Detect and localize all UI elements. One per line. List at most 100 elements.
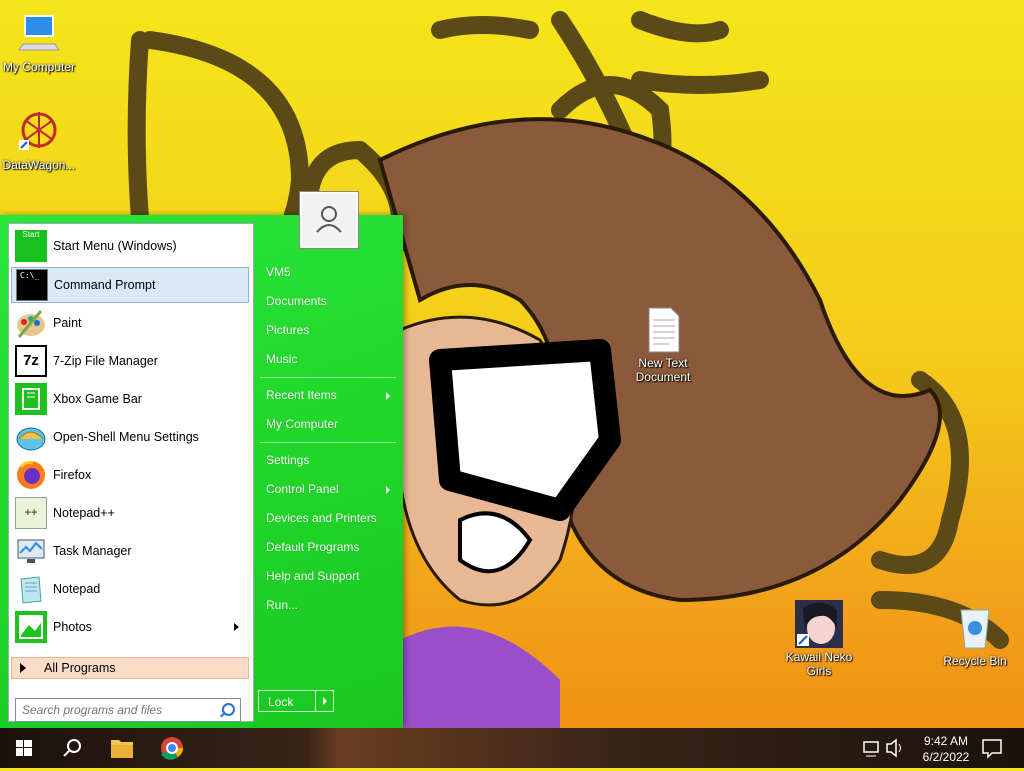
cmd-icon-text: C:\_ (20, 271, 40, 280)
zip-icon-text: 7z (23, 352, 39, 369)
desktop-icon-label: New Text Document (635, 356, 691, 384)
lock-button[interactable]: Lock (258, 690, 334, 712)
all-programs-label: All Programs (44, 661, 116, 675)
taskbar-search-button[interactable] (48, 728, 96, 768)
paint-icon (15, 307, 47, 339)
chrome-icon (161, 737, 183, 760)
program-task-manager[interactable]: Task Manager (11, 533, 249, 569)
right-item-help-and-support[interactable]: Help and Support (266, 569, 359, 583)
shutdown-options-arrow-icon[interactable] (323, 697, 327, 705)
right-item-default-programs[interactable]: Default Programs (266, 540, 359, 554)
photos-icon (15, 611, 47, 643)
program-label: Firefox (53, 468, 92, 482)
program-open-shell-settings[interactable]: Open-Shell Menu Settings (11, 419, 249, 455)
program-paint[interactable]: Paint (11, 305, 249, 341)
desktop-icon-label: DataWagon... (2, 158, 76, 172)
program-photos[interactable]: Photos (11, 609, 249, 645)
programs-list: Start Start Menu (Windows) C:\_ Command … (8, 223, 254, 722)
submenu-arrow-icon (386, 486, 390, 494)
right-item-my-computer[interactable]: My Computer (266, 417, 338, 431)
volume-icon (886, 738, 901, 758)
desktop-icon-new-text-document[interactable]: New Text Document (621, 306, 705, 384)
submenu-arrow-icon (234, 623, 239, 631)
action-center-button[interactable] (972, 728, 1012, 768)
program-label: Open-Shell Menu Settings (53, 430, 199, 444)
right-item-devices-and-printers[interactable]: Devices and Printers (266, 511, 377, 525)
search-input[interactable] (20, 699, 214, 721)
start-icon-text: Start (22, 230, 40, 239)
program-command-prompt[interactable]: C:\_ Command Prompt (11, 267, 249, 303)
folder-icon (111, 740, 133, 758)
lock-label: Lock (268, 695, 294, 709)
program-label: Notepad++ (53, 506, 115, 520)
right-item-vm5[interactable]: VM5 (266, 265, 291, 279)
right-item-control-panel[interactable]: Control Panel (266, 482, 339, 496)
right-item-settings[interactable]: Settings (266, 453, 309, 467)
computer-icon (15, 10, 63, 58)
volume-tray-icon[interactable] (882, 728, 908, 768)
xbox-game-bar-icon (15, 383, 47, 415)
program-label: Start Menu (Windows) (53, 239, 177, 253)
taskbar: 9:42 AM 6/2/2022 (0, 728, 1024, 768)
separator (260, 377, 396, 378)
user-picture[interactable] (300, 192, 358, 248)
separator (315, 691, 316, 711)
notification-icon (982, 739, 1002, 759)
program-label: Task Manager (53, 544, 132, 558)
clock-date: 6/2/2022 (922, 750, 970, 764)
start-menu-right-pane: VM5 Documents Pictures Music Recent Item… (258, 215, 398, 728)
program-firefox[interactable]: Firefox (11, 457, 249, 493)
user-icon (316, 206, 342, 233)
command-prompt-icon: C:\_ (16, 269, 48, 301)
task-manager-icon (15, 535, 47, 567)
program-label: Photos (53, 620, 92, 634)
program-label: Command Prompt (54, 278, 156, 292)
desktop-icon-my-computer[interactable]: My Computer (0, 10, 81, 74)
text-document-icon (639, 306, 687, 354)
recycle-bin-icon (951, 604, 999, 652)
search-box[interactable] (15, 698, 241, 722)
desktop-icon-label: Kawaii Neko Girls (785, 650, 853, 678)
program-start-menu-windows[interactable]: Start Start Menu (Windows) (11, 228, 249, 264)
program-notepad[interactable]: Notepad (11, 571, 249, 607)
kawaii-neko-girls-icon (795, 600, 843, 648)
start-menu-icon: Start (15, 230, 47, 262)
notepad-plus-plus-icon: ++ (15, 497, 47, 529)
expand-arrow-icon (20, 663, 26, 673)
right-item-documents[interactable]: Documents (266, 294, 327, 308)
right-item-recent-items[interactable]: Recent Items (266, 388, 337, 402)
desktop-icon-datawagon[interactable]: DataWagon... (0, 108, 81, 172)
program-label: 7-Zip File Manager (53, 354, 158, 368)
desktop-icon-recycle-bin[interactable]: Recycle Bin (933, 604, 1017, 668)
right-item-pictures[interactable]: Pictures (266, 323, 309, 337)
submenu-arrow-icon (386, 392, 390, 400)
taskbar-file-explorer[interactable] (98, 728, 146, 768)
all-programs-button[interactable]: All Programs (11, 657, 249, 679)
firefox-icon (15, 459, 47, 491)
program-xbox-game-bar[interactable]: Xbox Game Bar (11, 381, 249, 417)
right-item-music[interactable]: Music (266, 352, 297, 366)
desktop-icon-kawaii-neko-girls[interactable]: Kawaii Neko Girls (777, 600, 861, 678)
open-shell-icon (15, 421, 47, 453)
taskbar-chrome[interactable] (148, 728, 196, 768)
7zip-icon: 7z (15, 345, 47, 377)
datawagon-icon (15, 108, 63, 156)
start-button[interactable] (0, 728, 48, 768)
separator (260, 442, 396, 443)
desktop-icon-label: Recycle Bin (943, 654, 1007, 668)
desktop-icon-label: My Computer (2, 60, 76, 74)
windows-logo-icon (16, 740, 32, 756)
program-notepad-plus-plus[interactable]: ++ Notepad++ (11, 495, 249, 531)
search-icon[interactable] (222, 703, 235, 716)
clock[interactable]: 9:42 AM 6/2/2022 (916, 733, 976, 765)
clock-time: 9:42 AM (923, 734, 969, 748)
right-item-run[interactable]: Run... (266, 598, 298, 612)
network-tray-icon[interactable] (856, 728, 884, 768)
network-icon (863, 741, 879, 757)
program-label: Xbox Game Bar (53, 392, 142, 406)
program-label: Paint (53, 316, 82, 330)
notepad-icon (15, 573, 47, 605)
search-icon (63, 739, 81, 757)
program-label: Notepad (53, 582, 101, 596)
program-7zip[interactable]: 7z 7-Zip File Manager (11, 343, 249, 379)
